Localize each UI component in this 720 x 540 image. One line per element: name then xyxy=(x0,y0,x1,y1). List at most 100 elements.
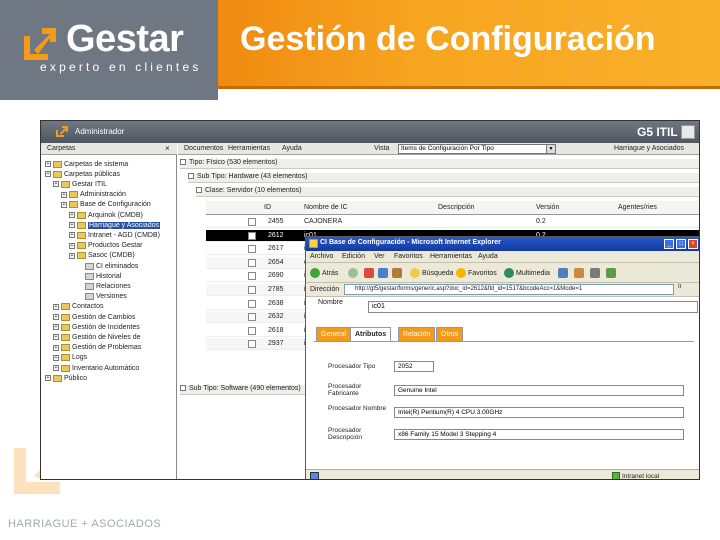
expand-icon[interactable]: + xyxy=(69,232,75,239)
tree-item[interactable]: + Gestar ITIL xyxy=(53,179,107,189)
maximize-icon[interactable]: □ xyxy=(676,239,686,249)
ie-menu-ver[interactable]: Ver xyxy=(374,253,385,260)
col-id[interactable]: ID xyxy=(264,204,271,211)
expand-icon[interactable]: + xyxy=(53,181,59,188)
tree-item[interactable]: + Gestión de Incidentes xyxy=(53,322,140,332)
expand-icon[interactable]: + xyxy=(53,324,59,331)
col-version[interactable]: Versión xyxy=(536,204,559,211)
tab-relacion[interactable]: Relación xyxy=(398,327,436,341)
mail-button[interactable] xyxy=(574,268,584,278)
tree-item[interactable]: + Sasoc (CMDB) xyxy=(69,251,135,261)
expand-icon[interactable] xyxy=(180,385,186,392)
tree-item[interactable]: + Público xyxy=(45,373,87,383)
print-button[interactable] xyxy=(590,268,600,278)
row-checkbox[interactable] xyxy=(248,231,256,240)
refresh-button[interactable] xyxy=(378,268,388,278)
expand-icon[interactable]: + xyxy=(45,375,51,382)
stop-button[interactable] xyxy=(364,268,374,278)
minimize-icon[interactable]: _ xyxy=(664,239,674,249)
go-button[interactable]: Ir xyxy=(678,284,699,295)
expand-icon[interactable]: + xyxy=(45,171,51,178)
group-row-tipo[interactable]: Tipo: Físico (530 elementos) xyxy=(180,159,699,169)
home-button[interactable] xyxy=(392,268,402,278)
tree-item[interactable]: + Logs xyxy=(53,353,87,363)
tree-item[interactable]: + Gestión de Cambios xyxy=(53,312,135,322)
table-row[interactable]: 2455 CAJONERA 0.2 xyxy=(206,216,699,228)
col-descripcion[interactable]: Descripción xyxy=(438,204,475,211)
collapse-icon[interactable] xyxy=(180,159,186,166)
col-nombre[interactable]: Nombre de IC xyxy=(304,204,348,211)
tab-atributos[interactable]: Atributos xyxy=(350,327,392,341)
row-checkbox[interactable] xyxy=(248,313,256,322)
tree-item[interactable]: + Administración xyxy=(61,190,126,200)
tree-item[interactable]: + Gestión de Niveles de xyxy=(53,332,140,342)
tree-item[interactable]: + Productos Gestar xyxy=(69,241,142,251)
row-checkbox[interactable] xyxy=(248,258,256,267)
tree-item[interactable]: Versiones xyxy=(77,292,127,302)
favorites-button[interactable]: Favoritos xyxy=(456,268,497,278)
expand-icon[interactable]: + xyxy=(53,354,59,361)
tree-item[interactable]: CI eliminados xyxy=(77,261,138,271)
tree-item[interactable]: + Contactos xyxy=(53,302,104,312)
group-row-subtipo[interactable]: Sub Tipo: Hardware (43 elementos) xyxy=(188,173,699,183)
vista-select[interactable]: Items de Configuración Por Tipo xyxy=(398,144,556,154)
chevron-down-icon[interactable]: ▼ xyxy=(546,144,556,154)
menu-herramientas[interactable]: Herramientas xyxy=(228,145,270,152)
ie-menu-ayuda[interactable]: Ayuda xyxy=(478,253,498,260)
collapse-icon[interactable] xyxy=(196,187,202,194)
close-icon[interactable]: × xyxy=(688,239,698,249)
tree-item[interactable]: + Inventario Automático xyxy=(53,363,139,373)
expand-icon[interactable]: + xyxy=(53,365,59,371)
expand-icon[interactable]: + xyxy=(61,201,67,208)
row-checkbox[interactable] xyxy=(248,245,256,254)
tree-item[interactable]: + Base de Configuración xyxy=(61,200,151,210)
tree-item[interactable]: + Harriague y Asociados xyxy=(69,220,161,230)
tree-item[interactable]: + Gestión de Problemas xyxy=(53,343,141,353)
menu-documentos[interactable]: Documentos xyxy=(184,145,223,152)
tree-item[interactable]: + Carpetas públicas xyxy=(45,169,120,179)
expand-icon[interactable]: + xyxy=(53,303,59,310)
field-value[interactable]: Genuine Intel xyxy=(394,385,684,396)
col-agentes[interactable]: Agentes/ries xyxy=(618,204,657,211)
tree-item[interactable]: + Intranet - AGD (CMDB) xyxy=(69,230,160,240)
tab-otros[interactable]: Otros xyxy=(436,327,464,341)
row-checkbox[interactable] xyxy=(248,272,256,281)
edit-button[interactable] xyxy=(606,268,616,278)
group-row-clase[interactable]: Clase: Servidor (10 elementos) xyxy=(196,187,699,197)
tab-general[interactable]: General xyxy=(316,327,351,341)
expand-icon[interactable]: + xyxy=(69,252,75,259)
row-checkbox[interactable] xyxy=(248,326,256,335)
row-checkbox[interactable] xyxy=(248,286,256,294)
tree-item[interactable]: Historial xyxy=(77,271,121,281)
ie-menu-favoritos[interactable]: Favoritos xyxy=(394,253,423,260)
ci-name-field[interactable]: ic01 xyxy=(368,301,698,313)
expand-icon[interactable]: + xyxy=(69,222,75,229)
row-checkbox[interactable] xyxy=(248,299,256,308)
field-value[interactable]: x86 Family 15 Model 3 Stepping 4 xyxy=(394,429,684,440)
expand-icon[interactable]: + xyxy=(53,344,59,351)
expand-icon[interactable]: + xyxy=(45,161,51,167)
field-value[interactable]: 2052 xyxy=(394,361,434,372)
ie-menu-herramientas[interactable]: Herramientas xyxy=(430,253,472,260)
expand-icon[interactable]: + xyxy=(53,334,59,341)
tree-item[interactable]: + Carpetas de sistema xyxy=(45,159,128,169)
ie-menu-archivo[interactable]: Archivo xyxy=(310,253,333,260)
address-input[interactable]: http://gt5/gestar/forms/generic.asp?doc_… xyxy=(344,284,674,295)
row-checkbox[interactable] xyxy=(248,340,256,349)
tree-item[interactable]: Relaciones xyxy=(77,281,131,291)
expand-icon[interactable]: + xyxy=(69,242,75,249)
ie-menu-edicion[interactable]: Edición xyxy=(342,253,365,260)
expand-icon[interactable]: + xyxy=(61,191,67,198)
expand-icon[interactable]: + xyxy=(53,314,59,320)
field-value[interactable]: Intel(R) Pentium(R) 4 CPU 3.00GHz xyxy=(394,407,684,418)
menu-ayuda[interactable]: Ayuda xyxy=(282,145,302,152)
forward-button[interactable] xyxy=(348,268,358,278)
multimedia-button[interactable]: Multimedia xyxy=(504,268,550,278)
tree-item[interactable]: + Arquinok (CMDB) xyxy=(69,210,143,220)
history-button[interactable] xyxy=(558,268,568,278)
close-icon[interactable]: × xyxy=(165,144,170,153)
search-button[interactable]: Búsqueda xyxy=(410,268,454,278)
expand-icon[interactable]: + xyxy=(69,212,75,218)
back-button[interactable]: Atrás xyxy=(310,268,338,278)
collapse-icon[interactable] xyxy=(188,173,194,180)
